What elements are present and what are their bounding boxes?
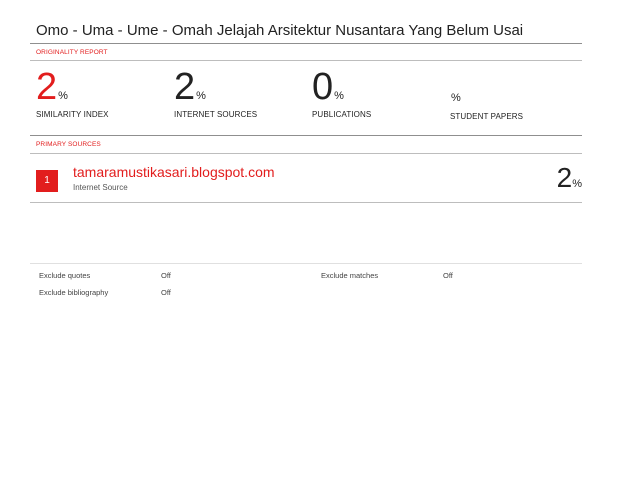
primary-sources-divider: [30, 153, 582, 154]
exclude-matches-value: Off: [443, 271, 453, 280]
internet-sources-label: INTERNET SOURCES: [174, 110, 258, 119]
source-row-divider: [30, 202, 582, 203]
source-link[interactable]: tamaramustikasari.blogspot.com: [73, 164, 275, 180]
stat-publications: 0% PUBLICATIONS: [312, 68, 371, 119]
internet-sources-value: 2: [174, 66, 196, 108]
exclude-bibliography-label: Exclude bibliography: [39, 288, 109, 297]
publications-value: 0: [312, 66, 334, 108]
exclude-quotes-label: Exclude quotes: [39, 271, 91, 280]
source-percentage: 2%: [557, 162, 582, 194]
stat-similarity-index: 2% SIMILARITY INDEX: [36, 68, 109, 119]
percent-sign: %: [58, 90, 68, 102]
title-divider: [30, 43, 582, 44]
source-percentage-value: 2: [556, 162, 573, 193]
publications-label: PUBLICATIONS: [312, 110, 372, 119]
percent-sign: %: [196, 90, 206, 102]
originality-report-label: ORIGINALITY REPORT: [36, 49, 108, 56]
student-papers-label: STUDENT PAPERS: [450, 112, 524, 121]
stats-divider: [30, 135, 582, 136]
primary-sources-label: PRIMARY SOURCES: [36, 141, 101, 148]
source-rank-badge: 1: [36, 170, 58, 192]
percent-sign: %: [572, 178, 582, 190]
similarity-index-label: SIMILARITY INDEX: [36, 110, 109, 119]
source-type-label: Internet Source: [73, 183, 128, 192]
exclusions-divider: [30, 263, 582, 264]
exclude-bibliography-value: Off: [161, 288, 171, 297]
percent-sign: %: [451, 92, 461, 104]
stat-internet-sources: 2% INTERNET SOURCES: [174, 68, 257, 119]
document-title: Omo - Uma - Ume - Omah Jelajah Arsitektu…: [36, 22, 524, 39]
percent-sign: %: [334, 90, 344, 102]
exclude-quotes-value: Off: [161, 271, 171, 280]
stat-student-papers: % STUDENT PAPERS: [450, 68, 523, 121]
similarity-index-value: 2: [36, 66, 58, 108]
exclude-matches-label: Exclude matches: [321, 271, 379, 280]
originality-divider: [30, 60, 582, 61]
